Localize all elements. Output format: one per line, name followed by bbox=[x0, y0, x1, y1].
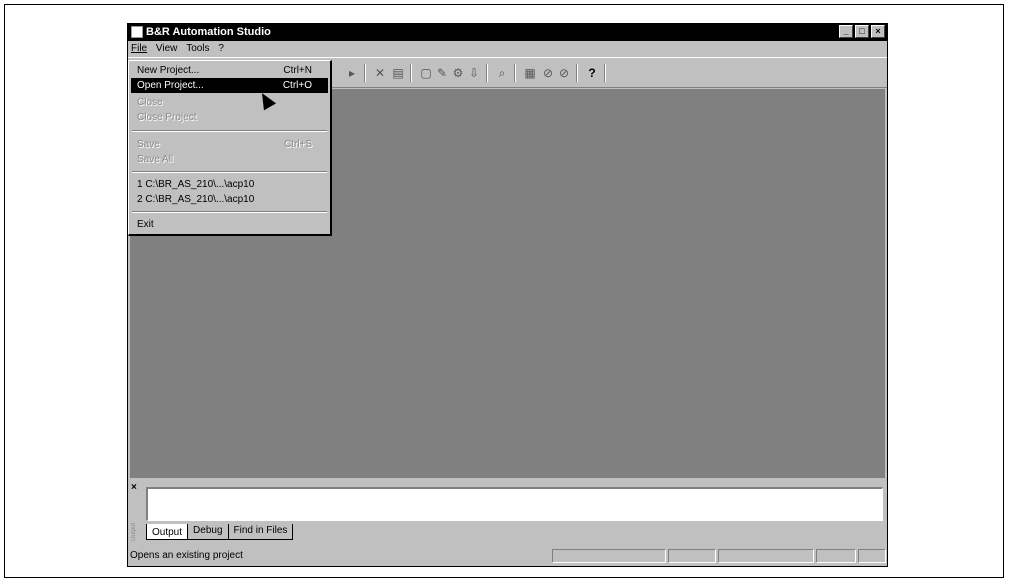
menu-item-label: New Project... bbox=[137, 65, 200, 76]
toolbar-separator bbox=[364, 64, 366, 82]
output-pane: × Output Output Debug Find in Files bbox=[128, 479, 887, 545]
arrow-icon[interactable]: ▸ bbox=[344, 65, 360, 81]
search-icon[interactable]: ⌕ bbox=[494, 65, 510, 81]
properties-icon[interactable]: ▤ bbox=[390, 65, 406, 81]
menu-item-label: Open Project... bbox=[137, 80, 204, 91]
toolbar-separator bbox=[576, 64, 578, 82]
menu-item-close-project[interactable]: Close Project bbox=[131, 110, 328, 125]
menu-item-save-all[interactable]: Save All bbox=[131, 152, 328, 167]
output-close-icon[interactable]: × bbox=[131, 482, 137, 493]
monitor-icon[interactable]: ▦ bbox=[522, 65, 538, 81]
menu-item-shortcut: Ctrl+N bbox=[283, 65, 312, 76]
status-panel bbox=[668, 549, 716, 563]
menu-item-close[interactable]: Close bbox=[131, 95, 328, 110]
menu-tools[interactable]: Tools bbox=[183, 41, 212, 56]
new-object-icon[interactable]: ▢ bbox=[418, 65, 434, 81]
menu-view[interactable]: View bbox=[153, 41, 181, 56]
menu-item-recent-2[interactable]: 2 C:\BR_AS_210\...\acp10 bbox=[131, 192, 328, 207]
menu-item-label: Save All bbox=[137, 154, 174, 165]
build-icon[interactable]: ⚙ bbox=[450, 65, 466, 81]
file-menu-dropdown: New Project... Ctrl+N Open Project... Ct… bbox=[128, 60, 332, 236]
menu-file[interactable]: File bbox=[128, 41, 150, 56]
menu-separator bbox=[132, 211, 327, 213]
menu-item-recent-1[interactable]: 1 C:\BR_AS_210\...\acp10 bbox=[131, 177, 328, 192]
close-button[interactable]: × bbox=[871, 25, 885, 38]
menu-item-save[interactable]: Save Ctrl+S bbox=[131, 137, 328, 152]
minimize-button[interactable]: _ bbox=[839, 25, 853, 38]
toolbar-separator bbox=[486, 64, 488, 82]
warning-icon[interactable]: ⊘ bbox=[556, 65, 572, 81]
menu-item-shortcut: Ctrl+O bbox=[282, 80, 312, 91]
menu-separator bbox=[132, 171, 327, 173]
app-icon bbox=[131, 26, 143, 38]
menu-help[interactable]: ? bbox=[215, 41, 227, 56]
transfer-icon[interactable]: ⇩ bbox=[466, 65, 482, 81]
status-text: Opens an existing project bbox=[130, 550, 243, 561]
stop-icon[interactable]: ⊘ bbox=[540, 65, 556, 81]
menu-item-new-project[interactable]: New Project... Ctrl+N bbox=[131, 63, 328, 78]
output-textbox[interactable] bbox=[146, 487, 883, 521]
menu-item-label: Save bbox=[137, 139, 160, 150]
delete-icon[interactable]: ✕ bbox=[372, 65, 388, 81]
menu-item-label: 1 C:\BR_AS_210\...\acp10 bbox=[137, 179, 255, 190]
menu-item-exit[interactable]: Exit bbox=[131, 217, 328, 232]
window-title: B&R Automation Studio bbox=[146, 26, 271, 38]
status-panel bbox=[718, 549, 814, 563]
toolbar-separator bbox=[410, 64, 412, 82]
help-icon[interactable]: ? bbox=[584, 65, 600, 81]
toolbar-separator bbox=[604, 64, 606, 82]
toolbar-separator bbox=[514, 64, 516, 82]
menu-item-label: Close bbox=[137, 97, 163, 108]
output-side-label: Output bbox=[131, 522, 137, 541]
status-bar: Opens an existing project bbox=[128, 546, 887, 566]
status-panel bbox=[858, 549, 886, 563]
menu-item-shortcut: Ctrl+S bbox=[283, 139, 312, 150]
tab-debug[interactable]: Debug bbox=[187, 524, 229, 540]
menu-separator bbox=[132, 130, 327, 132]
status-panel bbox=[552, 549, 666, 563]
tab-find-in-files[interactable]: Find in Files bbox=[227, 524, 294, 540]
title-bar[interactable]: B&R Automation Studio _ □ × bbox=[128, 24, 887, 41]
edit-icon[interactable]: ✎ bbox=[434, 65, 450, 81]
output-tabs: Output Debug Find in Files bbox=[146, 524, 294, 540]
tab-output[interactable]: Output bbox=[146, 524, 189, 540]
menu-item-open-project[interactable]: Open Project... Ctrl+O bbox=[131, 78, 328, 93]
menu-item-label: Exit bbox=[137, 219, 154, 230]
restore-button[interactable]: □ bbox=[855, 25, 869, 38]
menu-bar: File View Tools ? bbox=[128, 41, 887, 56]
menu-item-label: 2 C:\BR_AS_210\...\acp10 bbox=[137, 194, 255, 205]
status-panel bbox=[816, 549, 856, 563]
menu-item-label: Close Project bbox=[137, 112, 197, 123]
